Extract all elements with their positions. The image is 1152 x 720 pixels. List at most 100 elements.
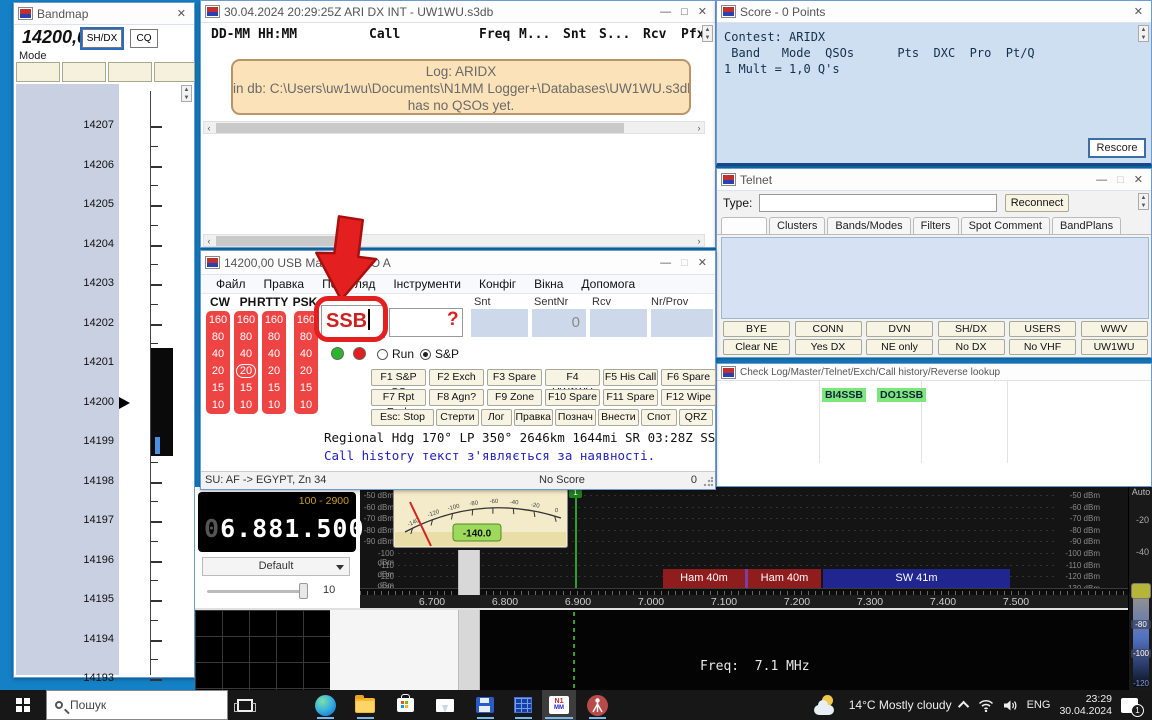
- edge-taskbar-button[interactable]: [314, 694, 336, 716]
- reconnect-button[interactable]: Reconnect: [1005, 194, 1069, 212]
- menu-item[interactable]: Правка: [255, 277, 314, 291]
- fkey-button-11[interactable]: F11 Spare: [603, 389, 658, 406]
- minimize-icon[interactable]: —: [1096, 170, 1107, 190]
- action-button-познач[interactable]: Познач: [555, 409, 596, 426]
- log-column-header[interactable]: S...: [599, 27, 630, 42]
- band-button-10[interactable]: 10: [206, 397, 230, 414]
- fkey-button-5[interactable]: F5 His Call: [603, 369, 658, 386]
- telnet-tab-bandplans[interactable]: BandPlans: [1052, 217, 1121, 234]
- snt-field[interactable]: [471, 309, 528, 337]
- telnet-tab-filters[interactable]: Filters: [913, 217, 959, 234]
- close-icon[interactable]: ✕: [698, 253, 707, 273]
- band-button-80[interactable]: 80: [234, 329, 258, 346]
- telnet-button-dvn[interactable]: DVN: [866, 321, 933, 337]
- log-column-header[interactable]: DD-MM HH:MM: [211, 27, 297, 42]
- telnet-button-no-vhf[interactable]: No VHF: [1009, 339, 1076, 355]
- volume-slider-track[interactable]: [207, 590, 307, 593]
- minimize-icon[interactable]: —: [660, 253, 671, 273]
- tray-expand-icon[interactable]: [958, 701, 969, 712]
- telnet-button-yes-dx[interactable]: Yes DX: [795, 339, 862, 355]
- action-button-спот[interactable]: Спот: [641, 409, 677, 426]
- menu-item[interactable]: Вікна: [525, 277, 572, 291]
- nrprov-field[interactable]: [651, 309, 713, 337]
- store-taskbar-button[interactable]: [394, 694, 416, 716]
- telnet-button-bye[interactable]: BYE: [723, 321, 790, 337]
- waterfall-display[interactable]: [480, 610, 1128, 690]
- speaker-icon[interactable]: [1003, 699, 1018, 712]
- band-button-10[interactable]: 10: [234, 397, 258, 414]
- telnet-scroll-spinner[interactable]: ▲▼: [1138, 193, 1149, 210]
- menu-item[interactable]: Інструменти: [384, 277, 470, 291]
- band-button-10[interactable]: 10: [294, 397, 318, 414]
- band-button-20[interactable]: 20: [294, 363, 318, 380]
- fkey-button-4[interactable]: F4 UW1WU: [545, 369, 600, 386]
- telnet-button-conn[interactable]: CONN: [795, 321, 862, 337]
- clock[interactable]: 23:2930.04.2024: [1059, 693, 1112, 717]
- band-button-40[interactable]: 40: [262, 346, 286, 363]
- telnet-button-users[interactable]: USERS: [1009, 321, 1076, 337]
- check-call-match[interactable]: BI4SSB: [822, 388, 866, 402]
- band-button-15[interactable]: 15: [234, 380, 258, 397]
- action-button-правка[interactable]: Правка: [514, 409, 553, 426]
- bandmap-frequency-scale[interactable]: 1420714206142051420414203142021420114200…: [14, 3, 194, 677]
- volume-slider-handle[interactable]: [299, 583, 308, 599]
- log-horizontal-scrollbar-2[interactable]: ‹ ›: [203, 234, 705, 247]
- band-button-10[interactable]: 10: [262, 397, 286, 414]
- action-button-qrz[interactable]: QRZ: [679, 409, 713, 426]
- log-column-header[interactable]: Snt: [563, 27, 586, 42]
- tuning-marker-line[interactable]: [575, 487, 577, 588]
- band-button-20[interactable]: 20: [234, 363, 258, 380]
- band-button-15[interactable]: 15: [294, 380, 318, 397]
- menu-item[interactable]: Конфіг: [470, 277, 525, 291]
- band-button-80[interactable]: 80: [206, 329, 230, 346]
- notification-center-button[interactable]: 1: [1121, 698, 1138, 713]
- band-button-40[interactable]: 40: [294, 346, 318, 363]
- telnet-button-uw1wu[interactable]: UW1WU: [1081, 339, 1148, 355]
- band-button-15[interactable]: 15: [206, 380, 230, 397]
- taskbar-search[interactable]: Пошук: [46, 690, 228, 720]
- sdr-scrollbar[interactable]: [458, 610, 480, 690]
- check-titlebar[interactable]: Check Log/Master/Telnet/Exch/Call histor…: [717, 364, 1151, 381]
- menu-item[interactable]: Файл: [207, 277, 255, 291]
- band-button-160[interactable]: 160: [262, 312, 286, 329]
- sdr-scrollbar[interactable]: [458, 550, 480, 595]
- scroll-left-icon[interactable]: ‹: [204, 235, 214, 247]
- file-explorer-taskbar-button[interactable]: [354, 694, 376, 716]
- telnet-output-area[interactable]: [721, 237, 1149, 319]
- fkey-button-3[interactable]: F3 Spare: [487, 369, 542, 386]
- scroll-right-icon[interactable]: ›: [694, 122, 704, 134]
- mail-taskbar-button[interactable]: [434, 694, 456, 716]
- band-button-40[interactable]: 40: [234, 346, 258, 363]
- fkey-button-2[interactable]: F2 Exch: [429, 369, 484, 386]
- log-column-header[interactable]: M...: [519, 27, 550, 42]
- language-indicator[interactable]: ENG: [1027, 699, 1051, 711]
- action-button-esc-stop[interactable]: Esc: Stop: [371, 409, 434, 426]
- band-button-40[interactable]: 40: [206, 346, 230, 363]
- log-horizontal-scrollbar[interactable]: ‹ ›: [203, 121, 705, 134]
- band-button-80[interactable]: 80: [262, 329, 286, 346]
- maximize-icon[interactable]: □: [681, 2, 688, 22]
- close-icon[interactable]: ✕: [698, 2, 707, 22]
- log-column-header[interactable]: Pfx: [681, 27, 704, 42]
- band-button-160[interactable]: 160: [206, 312, 230, 329]
- entry-titlebar[interactable]: 14200,00 USB Manual - VFO A — □ ✕: [201, 251, 715, 275]
- sentnr-field[interactable]: 0: [532, 309, 586, 337]
- fkey-button-9[interactable]: F9 Zone: [487, 389, 542, 406]
- score-titlebar[interactable]: Score - 0 Points ✕: [717, 1, 1151, 23]
- task-view-button[interactable]: [234, 694, 256, 716]
- log-titlebar[interactable]: 30.04.2024 20:29:25Z ARI DX INT - UW1WU.…: [201, 1, 715, 23]
- sdr-frequency-display[interactable]: 100 - 2900 06.881.500: [198, 492, 356, 552]
- telnet-tab-clusters[interactable]: Clusters: [769, 217, 825, 234]
- fkey-button-12[interactable]: F12 Wipe: [661, 389, 716, 406]
- sdr-taskbar-button[interactable]: [586, 694, 608, 716]
- telnet-button-sh-dx[interactable]: SH/DX: [938, 321, 1005, 337]
- band-button-20[interactable]: 20: [206, 363, 230, 380]
- action-button-стерти[interactable]: Стерти: [436, 409, 479, 426]
- action-button-лог[interactable]: Лог: [481, 409, 512, 426]
- scrollbar-thumb[interactable]: [216, 123, 624, 133]
- fkey-button-7[interactable]: F7 Rpt Exch: [371, 389, 426, 406]
- telnet-tab-spot-comment[interactable]: Spot Comment: [961, 217, 1050, 234]
- start-button[interactable]: [0, 690, 46, 720]
- score-scroll-spinner[interactable]: ▲▼: [1138, 25, 1149, 42]
- telnet-tab-blank[interactable]: [721, 217, 767, 234]
